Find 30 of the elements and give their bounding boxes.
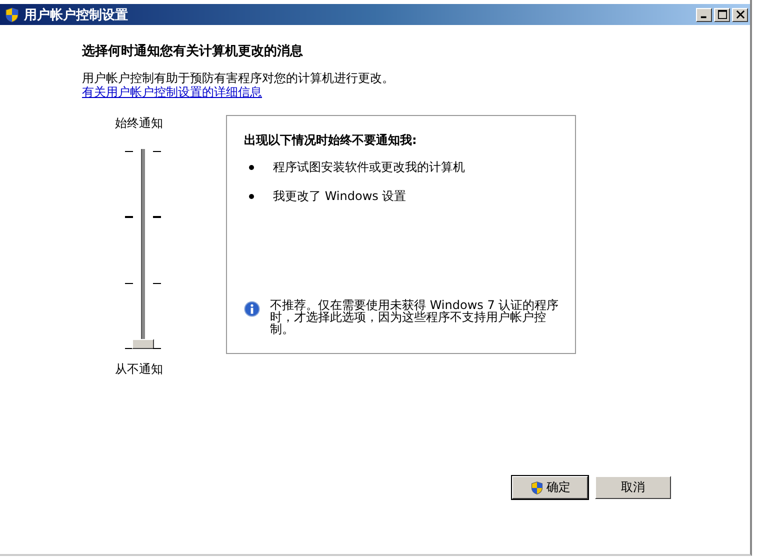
bullet-text: 程序试图安装软件或更改我的计算机 bbox=[273, 159, 465, 176]
window-title: 用户帐户控制设置 bbox=[24, 6, 128, 24]
slider-top-label: 始终通知 bbox=[115, 115, 164, 131]
tick-mark bbox=[153, 282, 161, 284]
ok-button[interactable]: 确定 bbox=[512, 476, 588, 499]
note-text: 不推荐。仅在需要使用未获得 Windows 7 认证的程序时，才选择此选项，因为这些程序不支持用户帐户控制。 bbox=[270, 299, 559, 335]
heading: 选择何时通知您有关计算机更改的消息 bbox=[82, 42, 304, 60]
tick-mark bbox=[153, 151, 161, 152]
tick-mark bbox=[153, 348, 161, 349]
bullet-icon bbox=[249, 194, 254, 199]
description: 用户帐户控制有助于预防有害程序对您的计算机进行更改。 bbox=[82, 72, 395, 85]
shield-icon bbox=[4, 6, 20, 22]
close-button[interactable] bbox=[732, 8, 748, 22]
slider-bottom-label: 从不通知 bbox=[115, 361, 164, 377]
close-icon bbox=[736, 10, 744, 19]
slider-thumb[interactable] bbox=[132, 339, 154, 349]
info-icon bbox=[244, 301, 260, 317]
tick-mark bbox=[125, 282, 133, 284]
tick-mark bbox=[125, 216, 133, 218]
minimize-button[interactable] bbox=[696, 8, 712, 22]
help-link[interactable]: 有关用户帐户控制设置的详细信息 bbox=[82, 86, 262, 99]
maximize-button[interactable] bbox=[714, 8, 730, 22]
tick-mark bbox=[153, 216, 161, 218]
bullet-text: 我更改了 Windows 设置 bbox=[273, 188, 406, 205]
panel-title: 出现以下情况时始终不要通知我: bbox=[244, 132, 418, 149]
bullet-icon bbox=[249, 165, 254, 170]
tick-mark bbox=[125, 151, 133, 152]
cancel-button[interactable]: 取消 bbox=[595, 476, 671, 499]
shield-icon bbox=[530, 480, 544, 494]
maximize-icon bbox=[718, 10, 726, 19]
